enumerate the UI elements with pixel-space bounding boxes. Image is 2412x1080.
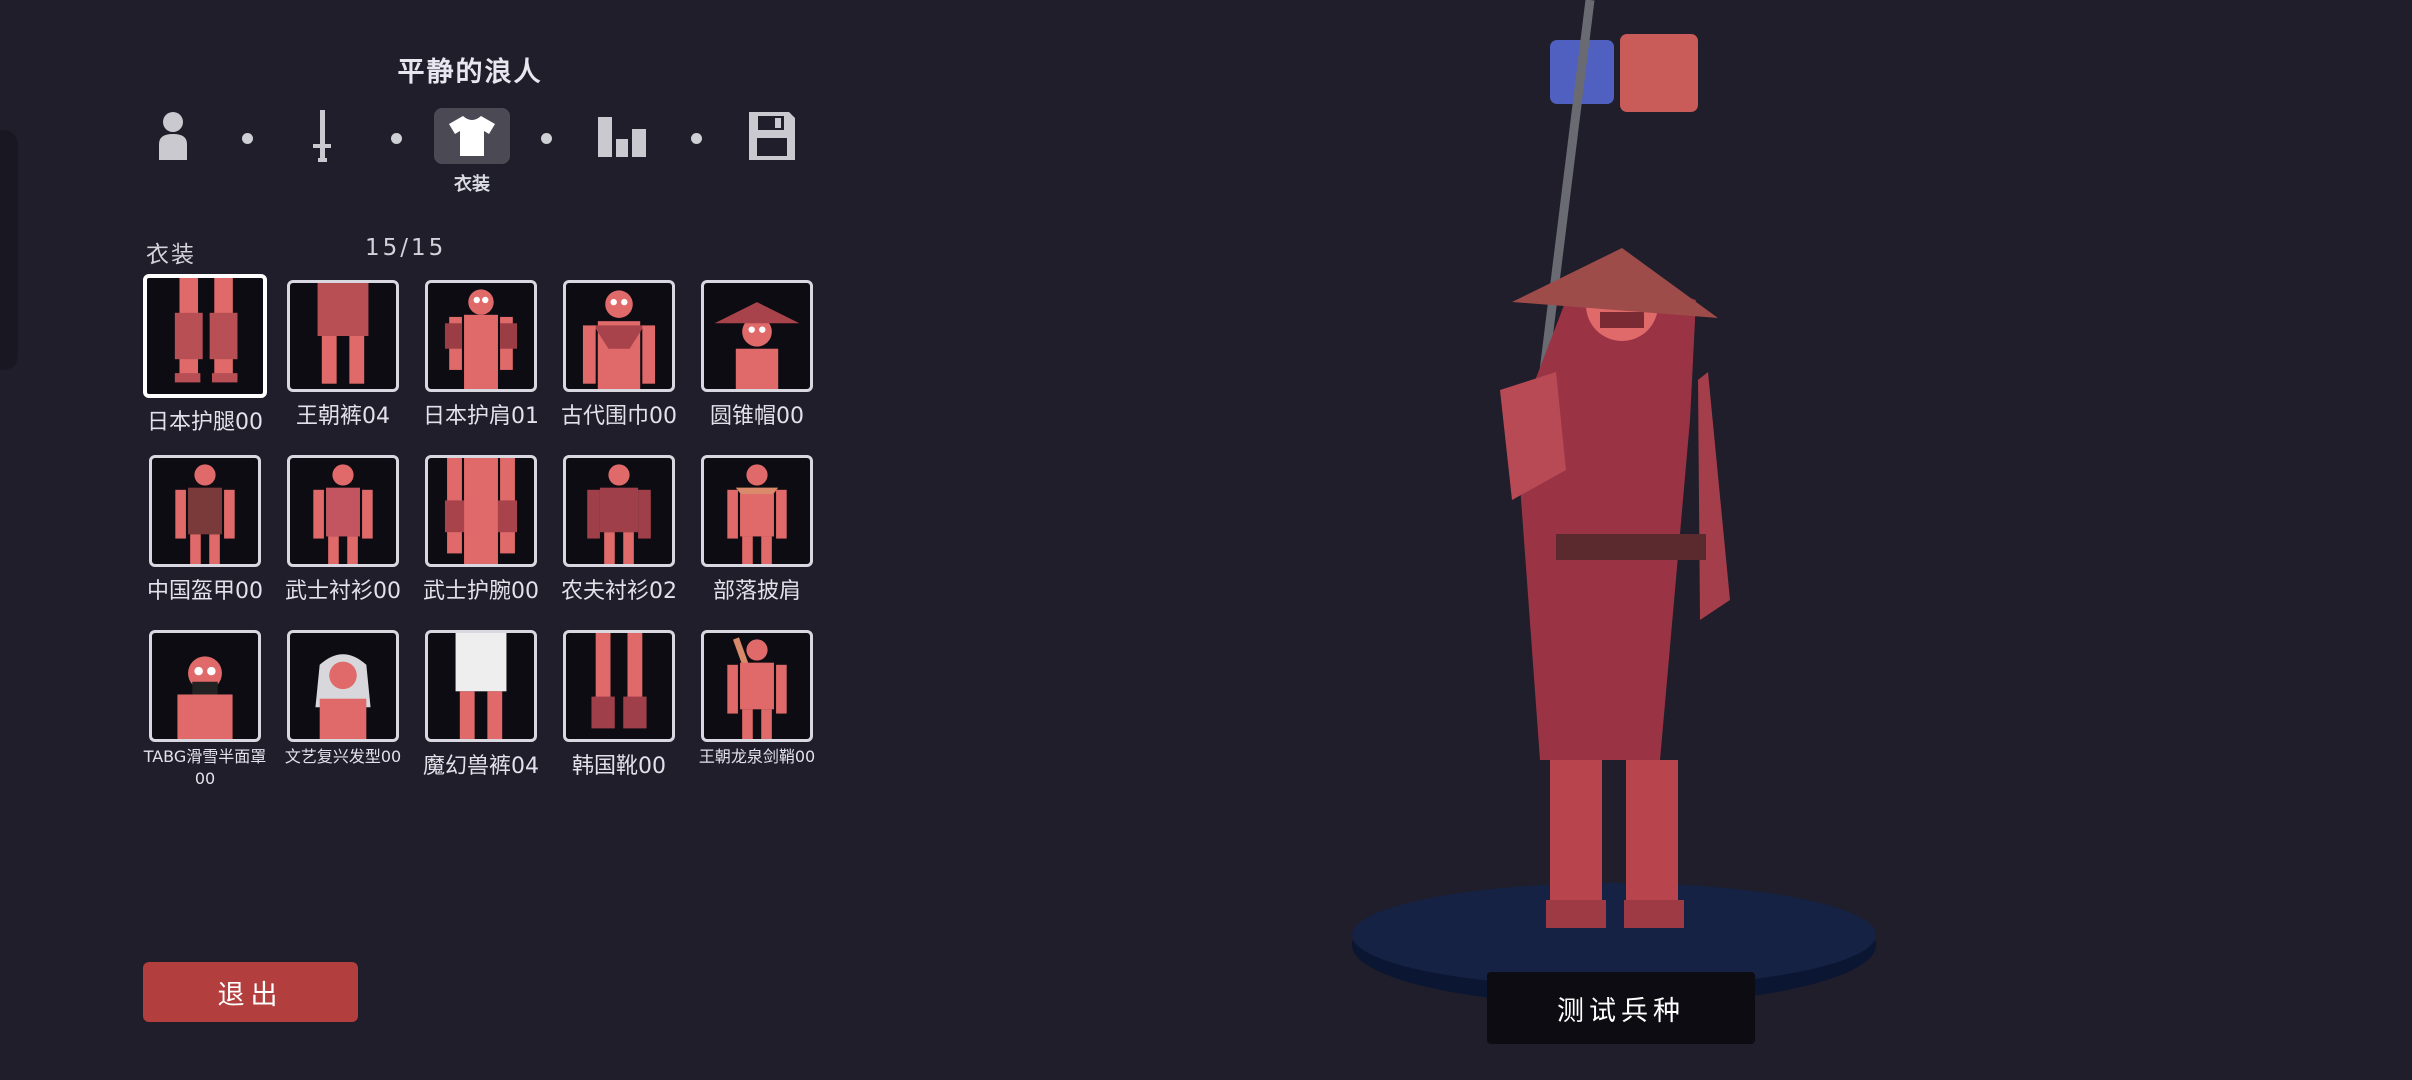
save-disk-icon: [749, 112, 795, 160]
item-name: 魔幻兽裤04: [423, 754, 539, 779]
item-thumbnail: [563, 630, 675, 742]
clothing-item[interactable]: 日本护腿00: [140, 274, 270, 436]
item-name: 古代围巾00: [561, 404, 677, 429]
item-name: 日本护腿00: [147, 410, 263, 435]
shoulder-guard-thumbnail: [444, 289, 518, 389]
step-stats[interactable]: [584, 108, 660, 164]
boots-thumbnail: [591, 633, 647, 729]
armor-thumbnail: [175, 464, 235, 564]
item-thumbnail: [425, 630, 537, 742]
samurai-shirt-thumbnail: [313, 464, 373, 564]
scarf-thumbnail: [582, 290, 656, 389]
item-thumbnail: [701, 630, 813, 742]
clothing-item[interactable]: 王朝龙泉剑鞘00: [692, 630, 822, 768]
unit-person-icon: [159, 112, 187, 160]
item-thumbnail: [149, 455, 261, 567]
step-weapon[interactable]: [284, 108, 360, 164]
item-thumbnail: [287, 455, 399, 567]
conical-hat-thumbnail: [714, 302, 800, 389]
step-separator: [691, 133, 702, 144]
step-save[interactable]: [734, 108, 810, 164]
shirt-icon: [449, 116, 495, 156]
clothing-item[interactable]: 韩国靴00: [554, 630, 684, 780]
item-name: 圆锥帽00: [710, 404, 804, 429]
item-name: 日本护肩01: [423, 404, 539, 429]
item-thumbnail: [425, 280, 537, 392]
clothing-item[interactable]: 中国盔甲00: [140, 455, 270, 605]
item-thumbnail: [701, 455, 813, 567]
item-thumbnail: [143, 274, 267, 398]
clothing-item[interactable]: 农夫衬衫02: [554, 455, 684, 605]
item-name: 王朝裤04: [296, 404, 390, 429]
item-thumbnail: [563, 455, 675, 567]
tribal-cape-thumbnail: [727, 464, 787, 564]
section-count: 15/15: [365, 235, 447, 261]
clothing-item[interactable]: TABG滑雪半面罩00: [140, 630, 270, 790]
clothing-item[interactable]: 武士护腕00: [416, 455, 546, 605]
clothing-item[interactable]: 古代围巾00: [554, 280, 684, 430]
fantasy-pants-thumbnail: [455, 633, 507, 739]
leg-guard-thumbnail: [174, 278, 238, 383]
item-name: 中国盔甲00: [147, 579, 263, 604]
item-name: 王朝龙泉剑鞘00: [698, 747, 816, 766]
sword-icon: [313, 110, 331, 162]
item-name: 韩国靴00: [572, 754, 666, 779]
unit-title: 平静的浪人: [397, 57, 543, 88]
section-label: 衣装: [146, 242, 196, 268]
step-separator: [541, 133, 552, 144]
item-thumbnail: [149, 630, 261, 742]
ski-mask-thumbnail: [177, 656, 233, 739]
item-name: 部落披肩: [712, 579, 801, 604]
pants-thumbnail: [317, 283, 369, 384]
sword-sheath-thumbnail: [727, 637, 787, 739]
clothing-item[interactable]: 武士衬衫00: [278, 455, 408, 605]
item-thumbnail: [287, 630, 399, 742]
step-unit[interactable]: [135, 108, 211, 164]
item-name: 文艺复兴发型00: [284, 747, 402, 766]
clothing-item[interactable]: 部落披肩: [692, 455, 822, 605]
item-thumbnail: [425, 455, 537, 567]
farmer-shirt-thumbnail: [587, 464, 651, 564]
clothing-item[interactable]: 王朝裤04: [278, 280, 408, 430]
step-clothing-label: 衣装: [454, 174, 490, 195]
stats-bars-icon: [598, 117, 646, 157]
clothing-item[interactable]: 魔幻兽裤04: [416, 630, 546, 780]
exit-button[interactable]: 退出: [143, 962, 358, 1022]
clothing-item[interactable]: 日本护肩01: [416, 280, 546, 430]
item-name: 武士衬衫00: [285, 579, 401, 604]
item-name: 农夫衬衫02: [561, 579, 677, 604]
item-thumbnail: [701, 280, 813, 392]
unit-preview-model: [1352, 0, 1876, 1005]
item-thumbnail: [287, 280, 399, 392]
test-unit-button[interactable]: 测试兵种: [1487, 972, 1755, 1044]
item-name: 武士护腕00: [423, 579, 539, 604]
step-clothing[interactable]: [434, 108, 510, 164]
clothing-item[interactable]: 圆锥帽00: [692, 280, 822, 430]
item-name: TABG滑雪半面罩00: [143, 747, 267, 788]
step-separator: [391, 133, 402, 144]
item-thumbnail: [563, 280, 675, 392]
bracer-thumbnail: [444, 458, 518, 564]
clothing-item[interactable]: 文艺复兴发型00: [278, 630, 408, 768]
step-separator: [242, 133, 253, 144]
renaissance-hair-thumbnail: [315, 654, 371, 739]
